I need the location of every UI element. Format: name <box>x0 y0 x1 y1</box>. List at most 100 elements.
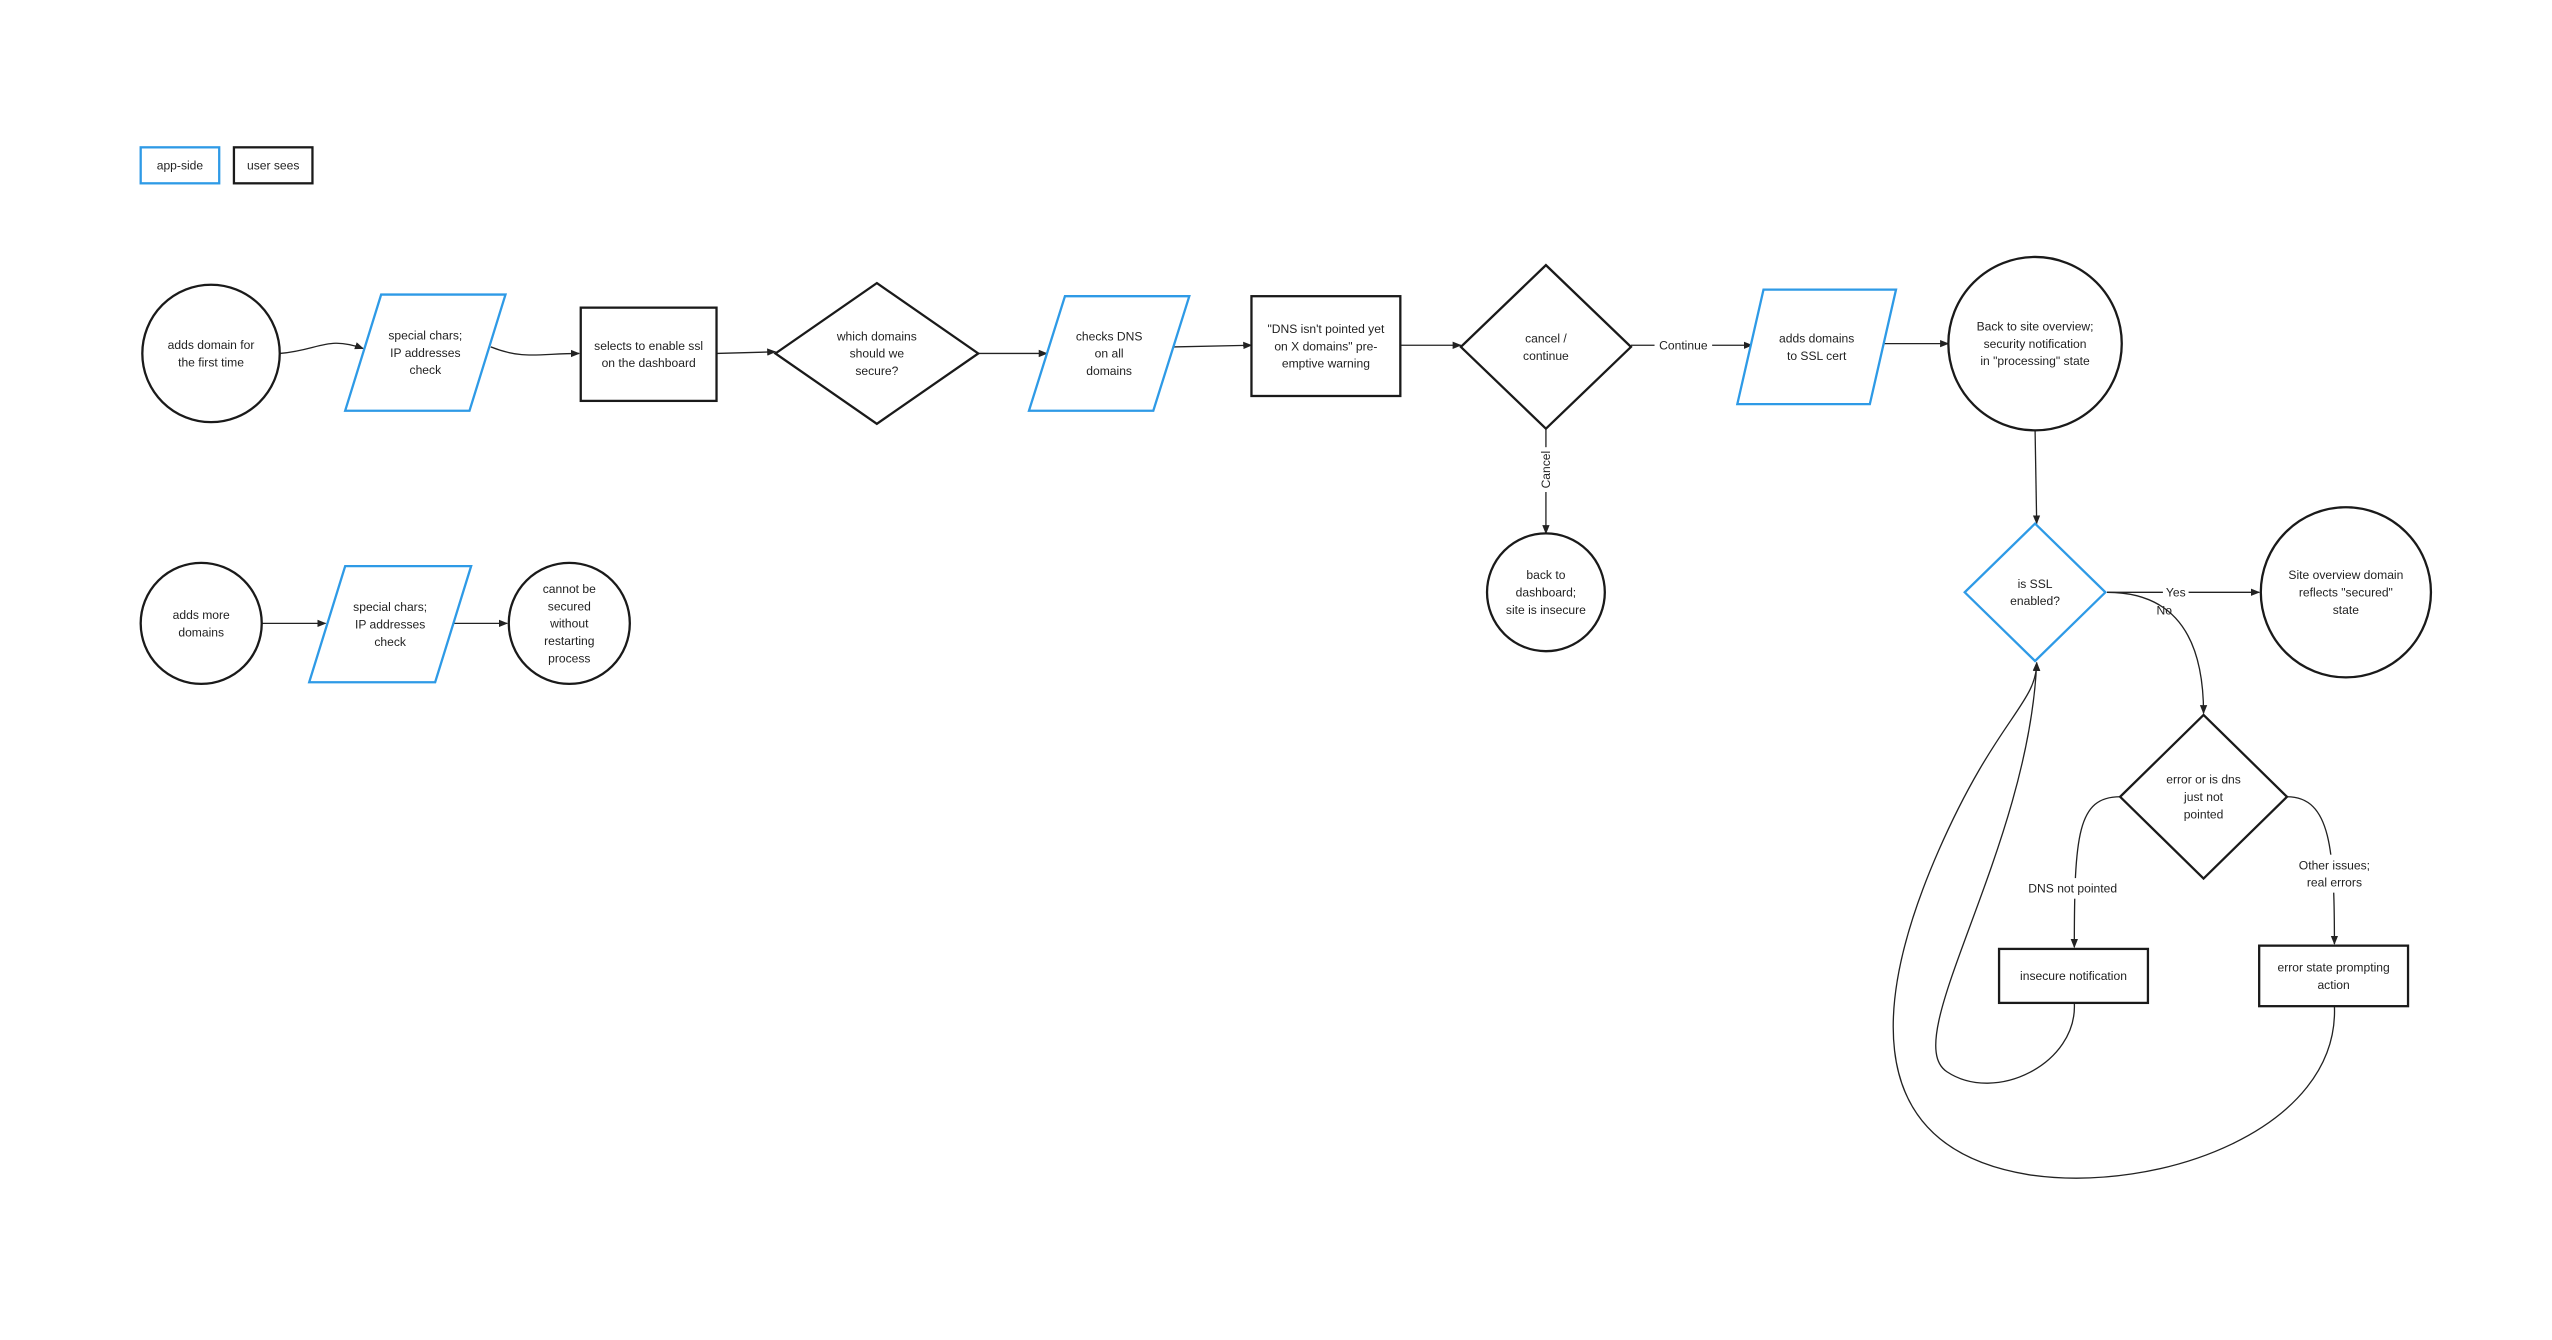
node-label-line: selects to enable ssl <box>594 339 703 353</box>
node-label-line: IP addresses <box>390 346 460 360</box>
node-label-line: on the dashboard <box>602 356 696 370</box>
node-label-line: cannot be <box>543 582 596 596</box>
parallelogram-shape <box>1735 288 1898 406</box>
rectangle-shape <box>579 306 718 403</box>
node-label-line: adds domains <box>1779 331 1854 345</box>
node-label-line: insecure notification <box>2020 969 2127 983</box>
node-circle-c2: Back to site overview; security notificat… <box>1947 255 2123 432</box>
node-label-line: special chars; <box>353 600 427 614</box>
edge-label: Continue <box>1654 334 1713 356</box>
rectangle-shape <box>2258 944 2410 1008</box>
node-label-line: Site overview domain <box>2288 568 2403 582</box>
legend-label: app-side <box>157 159 204 173</box>
node-label-line: which domains <box>836 329 917 343</box>
node-circle-c1: adds domain for the first time <box>141 283 281 424</box>
edge-label-text: Cancel <box>1539 451 1553 489</box>
node-label-line: special chars; <box>388 329 462 343</box>
edge-d3-to-d4 <box>2107 591 2208 715</box>
node-label-line: IP addresses <box>355 617 425 631</box>
node-label-line: should we <box>850 347 905 361</box>
node-label-line: restarting <box>544 634 594 648</box>
edge-label-text: Continue <box>1659 339 1708 353</box>
circle-shape <box>139 561 263 686</box>
node-parallelogram-p2: checks DNS on all domains <box>1027 295 1191 412</box>
node-label-line: "DNS isn't pointed yet <box>1267 322 1384 336</box>
node-label-line: pointed <box>2184 807 2224 821</box>
node-parallelogram-p1: special chars; IP addresses check <box>343 293 508 412</box>
node-label-line: just not <box>2183 790 2224 804</box>
node-label-line: back to <box>1526 568 1565 582</box>
node-rectangle-r3: insecure notification <box>1997 947 2150 1005</box>
edge-label: Yes <box>2162 581 2189 603</box>
flowchart-canvas: app-side user sees adds domain for the fir… <box>139 146 2433 1179</box>
node-label-line: Back to site overview; <box>1977 320 2094 334</box>
node-diamond-d3: is SSL enabled? <box>1963 521 2108 663</box>
node-label-line: domains <box>178 625 224 639</box>
node-circle-c3: back to dashboard; site is insecure <box>1485 532 1606 653</box>
node-label-line: to SSL cert <box>1787 349 1847 363</box>
node-label-line: security notification <box>1984 337 2087 351</box>
edge-c1-to-p1 <box>279 342 365 355</box>
edge-c2-to-d3 <box>2032 428 2041 525</box>
edge-label-text: real errors <box>2307 876 2362 890</box>
node-label-line: secure? <box>855 364 898 378</box>
node-label-line: domains <box>1086 364 1132 378</box>
node-label-line: on all <box>1095 347 1124 361</box>
node-label-line: is SSL <box>2018 577 2053 591</box>
node-label-line: check <box>410 363 443 377</box>
node-circle-c6: cannot be secured without restarting process <box>507 561 631 686</box>
edge-label-text: Other issues; <box>2299 858 2370 872</box>
edge-r4-to-d3 <box>1892 661 2336 1179</box>
node-label-line: emptive warning <box>1282 357 1370 371</box>
legend-app: app-side <box>139 146 221 185</box>
edge-d4-to-r3 <box>2070 796 2121 949</box>
node-label-line: cancel / <box>1525 331 1567 345</box>
node-label-line: state <box>2333 603 2359 617</box>
node-circle-c5: adds more domains <box>139 561 263 686</box>
node-label-line: continue <box>1523 349 1569 363</box>
node-label-line: without <box>549 617 589 631</box>
edges <box>261 339 2339 1179</box>
edge-label: DNS not pointed <box>2021 878 2124 899</box>
edge-label-text: Yes <box>2166 586 2186 600</box>
node-label-line: in "processing" state <box>1980 354 2090 368</box>
legend-label: user sees <box>247 159 299 173</box>
diamond-shape <box>1963 521 2108 663</box>
circle-shape <box>141 283 281 424</box>
edge-r3-to-d3 <box>1935 661 2075 1084</box>
node-label-line: secured <box>548 599 591 613</box>
edge-label: Cancel <box>1535 447 1557 493</box>
node-label-line: adds more <box>173 608 230 622</box>
node-diamond-d4: error or is dns just not pointed <box>2118 713 2289 881</box>
legend: app-side user sees <box>139 146 314 185</box>
diamond-shape <box>1459 263 1633 431</box>
node-diamond-d1: which domains should we secure? <box>773 281 981 426</box>
node-label-line: process <box>548 651 590 665</box>
node-label-line: check <box>374 635 407 649</box>
edge-label: Other issues; real errors <box>2289 854 2380 893</box>
node-label-line: error or is dns <box>2166 773 2241 787</box>
node-label-line: on X domains" pre- <box>1274 339 1377 353</box>
edge-r1-to-d1 <box>716 348 777 356</box>
node-circle-c4: Site overview domain reflects "secured" st… <box>2259 506 2433 679</box>
edge-label-text: No <box>2157 604 2173 618</box>
edge-label: No <box>2157 604 2173 618</box>
node-rectangle-r1: selects to enable ssl on the dashboard <box>579 306 718 403</box>
node-label-line: adds domain for <box>168 338 255 352</box>
node-diamond-d2: cancel / continue <box>1459 263 1633 431</box>
node-label-line: enabled? <box>2010 594 2060 608</box>
node-label-line: the first time <box>178 355 244 369</box>
node-parallelogram-p3: adds domains to SSL cert <box>1735 288 1898 406</box>
node-parallelogram-p4: special chars; IP addresses check <box>307 564 473 684</box>
node-label-line: dashboard; <box>1516 586 1577 600</box>
node-label-line: checks DNS <box>1076 329 1143 343</box>
node-rectangle-r4: error state prompting action <box>2258 944 2410 1008</box>
node-label-line: reflects "secured" <box>2299 586 2393 600</box>
edge-p1-to-r1 <box>490 346 581 358</box>
node-label-line: site is insecure <box>1506 603 1586 617</box>
edge-p2-to-r2 <box>1172 341 1253 350</box>
legend-user: user sees <box>232 146 314 185</box>
node-rectangle-r2: "DNS isn't pointed yet on X domains" pre-… <box>1250 295 1402 398</box>
node-label-line: action <box>2317 978 2349 992</box>
edge-label-text: DNS not pointed <box>2028 882 2117 896</box>
